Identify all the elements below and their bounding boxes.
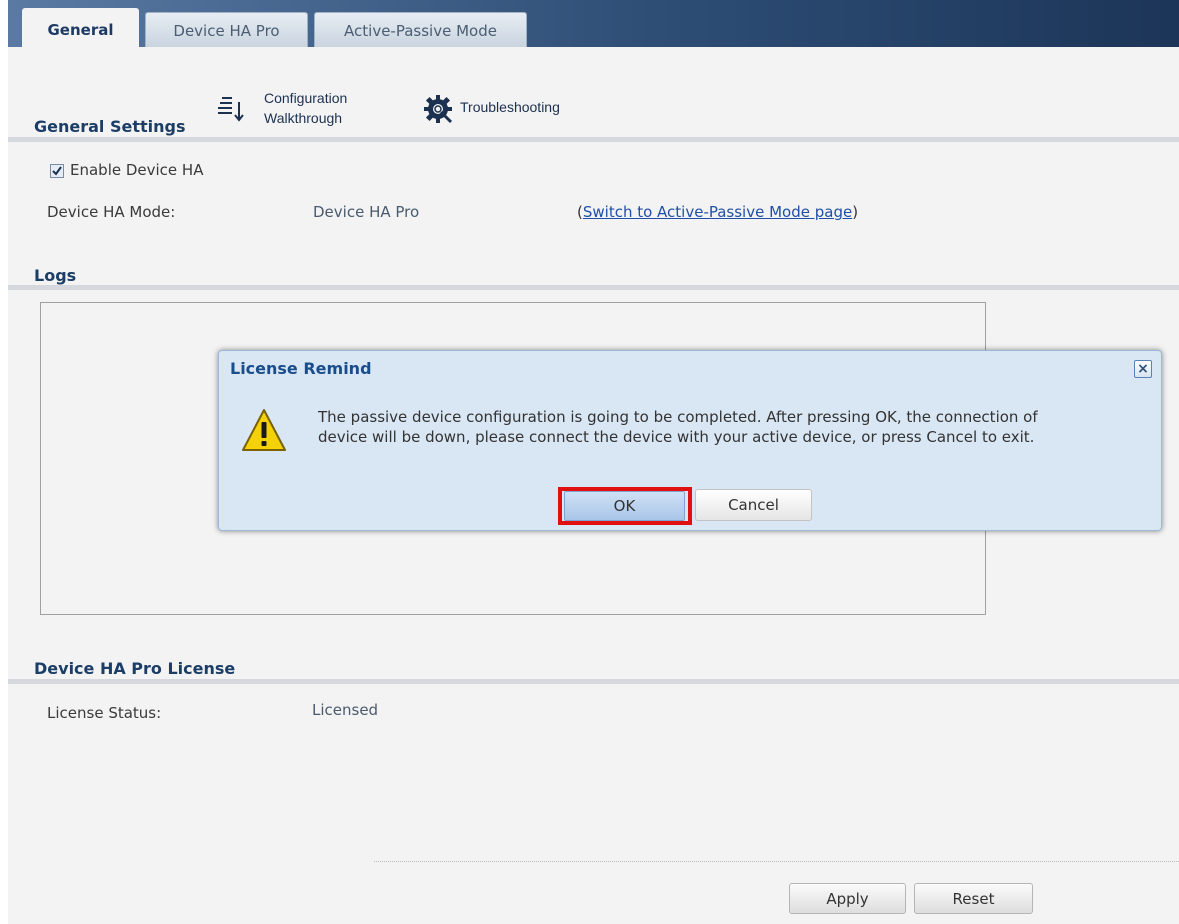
- switch-mode-link-wrapper: (Switch to Active-Passive Mode page): [577, 203, 858, 221]
- logs-divider: [8, 285, 1179, 290]
- checkmark-icon: [52, 166, 62, 176]
- dialog-title: License Remind: [230, 359, 372, 378]
- apply-button[interactable]: Apply: [789, 883, 906, 914]
- list-sort-icon: [218, 88, 250, 128]
- dialog-message-line2: device will be down, please connect the …: [318, 428, 1035, 446]
- enable-device-ha-checkbox[interactable]: [50, 164, 64, 178]
- device-ha-mode-label: Device HA Mode:: [47, 203, 176, 221]
- cancel-button[interactable]: Cancel: [695, 489, 812, 521]
- license-remind-dialog: License Remind × The passive device conf…: [218, 350, 1162, 531]
- general-settings-divider: [8, 137, 1179, 142]
- config-walkthrough-line1: Configuration: [264, 90, 348, 106]
- dialog-message-line1: The passive device configuration is goin…: [318, 408, 1038, 426]
- link-close-paren: ): [852, 203, 859, 221]
- logs-title: Logs: [34, 266, 77, 285]
- tab-bar: General Device HA Pro Active-Passive Mod…: [8, 0, 1179, 47]
- reset-button[interactable]: Reset: [914, 883, 1033, 914]
- general-settings-title: General Settings: [34, 117, 186, 136]
- left-edge: [0, 0, 8, 924]
- enable-device-ha-label: Enable Device HA: [70, 161, 204, 179]
- footer-divider: [374, 861, 1179, 862]
- license-status-label: License Status:: [47, 704, 162, 722]
- license-divider: [8, 679, 1179, 684]
- device-ha-mode-value: Device HA Pro: [313, 203, 420, 221]
- tab-active-passive-mode[interactable]: Active-Passive Mode: [314, 12, 527, 47]
- close-icon[interactable]: ×: [1134, 360, 1152, 378]
- troubleshooting-button[interactable]: Troubleshooting: [424, 95, 560, 125]
- config-walkthrough-line2: Walkthrough: [264, 110, 343, 126]
- warning-icon: [241, 407, 287, 457]
- troubleshooting-label: Troubleshooting: [460, 99, 560, 115]
- configuration-walkthrough-button[interactable]: Configuration Walkthrough: [218, 88, 347, 128]
- license-status-value: Licensed: [312, 701, 379, 719]
- dialog-message: The passive device configuration is goin…: [318, 407, 1148, 447]
- switch-to-active-passive-link[interactable]: Switch to Active-Passive Mode page: [583, 203, 852, 221]
- ok-button[interactable]: OK: [564, 491, 685, 521]
- license-title: Device HA Pro License: [34, 659, 236, 678]
- gear-search-icon: [424, 95, 454, 125]
- tab-general[interactable]: General: [22, 8, 139, 47]
- tab-device-ha-pro[interactable]: Device HA Pro: [145, 12, 308, 47]
